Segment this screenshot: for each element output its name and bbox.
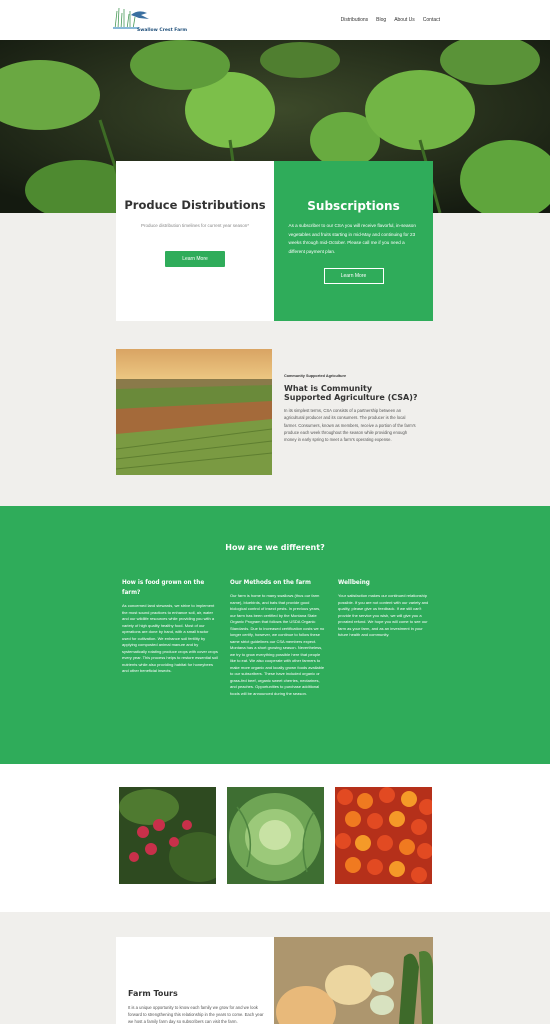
how-different-section: How are we different? How is food grown … [0,506,550,764]
tomatoes-image [335,787,432,884]
csa-kicker: Community Supported Agriculture [284,374,347,378]
csa-title: What is Community Supported Agriculture … [284,384,418,402]
column-heading: Our Methods on the farm [230,580,311,586]
subscriptions-text: As a subscriber to our CSA you will rece… [288,223,416,254]
column-wellbeing: Wellbeing Your satisfaction makes our co… [338,578,434,639]
farm-field-image [116,349,272,475]
csa-text: In its simplest terms, CSA consists of a… [284,408,416,443]
nav-contact[interactable]: Contact [423,17,440,23]
cabbage-image [227,787,324,884]
site-header: Swallow Crest Farm Distributions Blog Ab… [0,0,550,40]
produce-distributions-subtitle: Produce distribution timelines for curre… [140,223,250,228]
nav-blog[interactable]: Blog [376,17,386,23]
vegetables-basket-image [274,937,433,1024]
csa-section: Community Supported Agriculture What is … [284,374,419,443]
column-text: As concerned land stewards, we strive to… [122,603,218,673]
raspberries-image [119,787,216,884]
column-text: Our farm is home to many swallows (thus … [230,593,325,696]
column-methods: Our Methods on the farm Our farm is home… [230,578,326,697]
main-nav: Distributions Blog About Us Contact [341,17,440,23]
nav-distributions[interactable]: Distributions [341,17,369,23]
column-heading: How is food grown on the farm? [122,580,205,596]
subscriptions-card: Subscriptions As a subscriber to our CSA… [274,161,433,321]
brand-name[interactable]: Swallow Crest Farm [137,28,187,33]
produce-learn-more-button[interactable]: Learn More [165,251,225,267]
farm-tours-text: It is a unique opportunity to know each … [128,1005,264,1024]
produce-distributions-title: Produce Distributions [124,198,266,212]
farm-tours-card: Farm Tours It is a unique opportunity to… [116,937,274,1024]
column-food-grown: How is food grown on the farm? As concer… [122,578,218,675]
subscriptions-title: Subscriptions [307,199,400,213]
produce-distributions-card: Produce Distributions Produce distributi… [116,161,274,321]
nav-about-us[interactable]: About Us [394,17,415,23]
farm-tours-title: Farm Tours [128,989,178,998]
column-text: Your satisfaction makes our continued re… [338,593,429,637]
how-different-title: How are we different? [225,543,325,552]
subscriptions-learn-more-button[interactable]: Learn More [323,268,384,284]
column-heading: Wellbeing [338,580,370,586]
